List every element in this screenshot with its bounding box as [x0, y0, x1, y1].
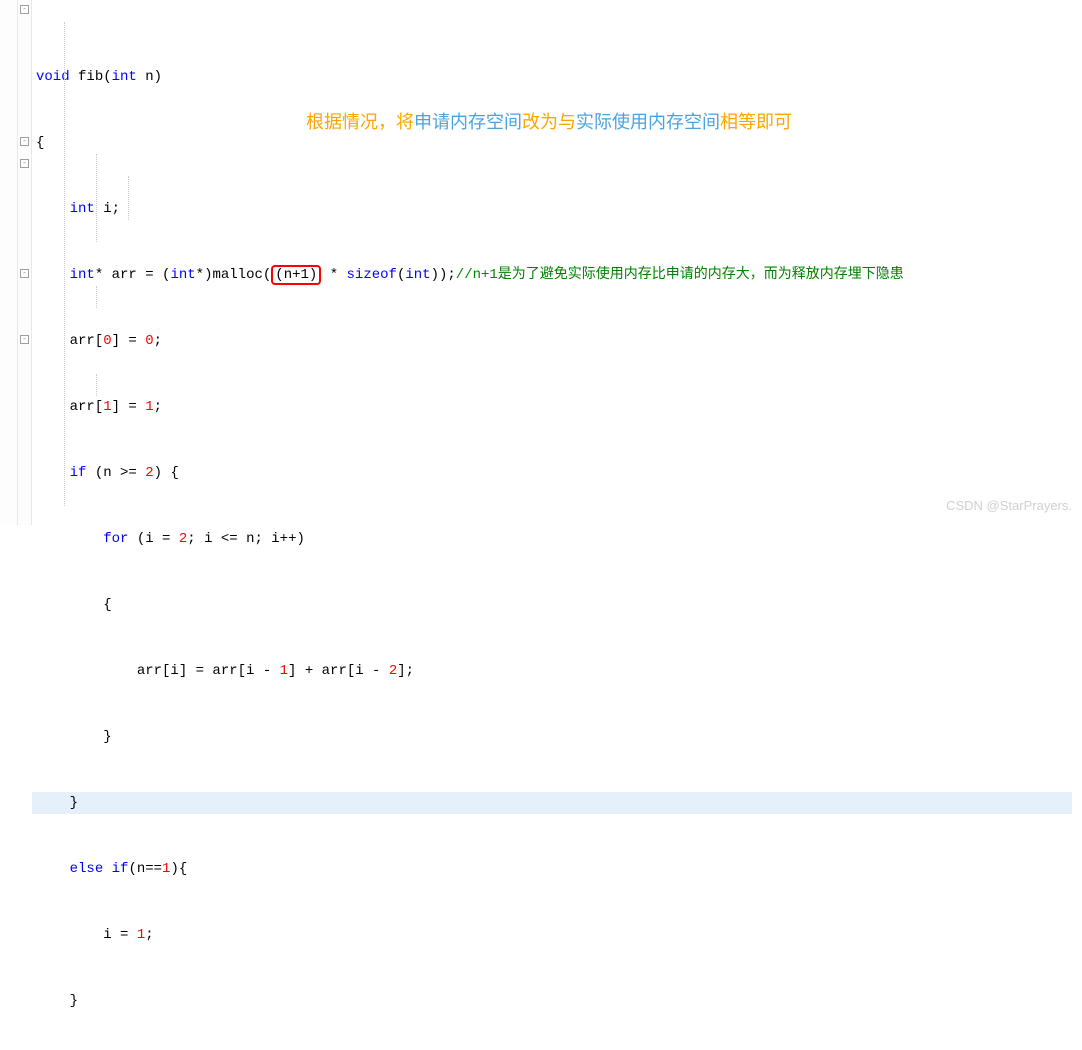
code-line: if (n >= 2) { [36, 462, 1072, 484]
code-line: arr[1] = 1; [36, 396, 1072, 418]
fold-toggle[interactable]: - [20, 269, 29, 278]
code-line: arr[0] = 0; [36, 330, 1072, 352]
code-line: int i; [36, 198, 1072, 220]
fold-toggle[interactable]: - [20, 137, 29, 146]
code-line: { [36, 132, 1072, 154]
code-line-highlighted: } [32, 792, 1072, 814]
margin-gutter [0, 0, 18, 525]
highlight-box: (n+1) [271, 265, 321, 285]
code-line: void fib(int n) [36, 66, 1072, 88]
code-line: arr[i] = arr[i - 1] + arr[i - 2]; [36, 660, 1072, 682]
watermark: CSDN @StarPrayers. [946, 495, 1072, 517]
code-line: } [36, 726, 1072, 748]
fold-toggle[interactable]: - [20, 159, 29, 168]
code-line: int* arr = (int*)malloc((n+1) * sizeof(i… [36, 264, 1072, 286]
code-line: } [36, 990, 1072, 1012]
fold-toggle[interactable]: - [20, 5, 29, 14]
annotation-text: 根据情况，将申请内存空间改为与实际使用内存空间相等即可 [306, 111, 792, 133]
fold-toggle[interactable]: - [20, 335, 29, 344]
code-line: for (i = 2; i <= n; i++) [36, 528, 1072, 550]
code-line: { [36, 594, 1072, 616]
code-line: else if(n==1){ [36, 858, 1072, 880]
code-editor: - - - - - void fib(int n) { int i; int* … [0, 0, 1082, 525]
code-line: i = 1; [36, 924, 1072, 946]
fold-gutter: - - - - - [18, 0, 32, 525]
code-area[interactable]: void fib(int n) { int i; int* arr = (int… [32, 0, 1072, 525]
